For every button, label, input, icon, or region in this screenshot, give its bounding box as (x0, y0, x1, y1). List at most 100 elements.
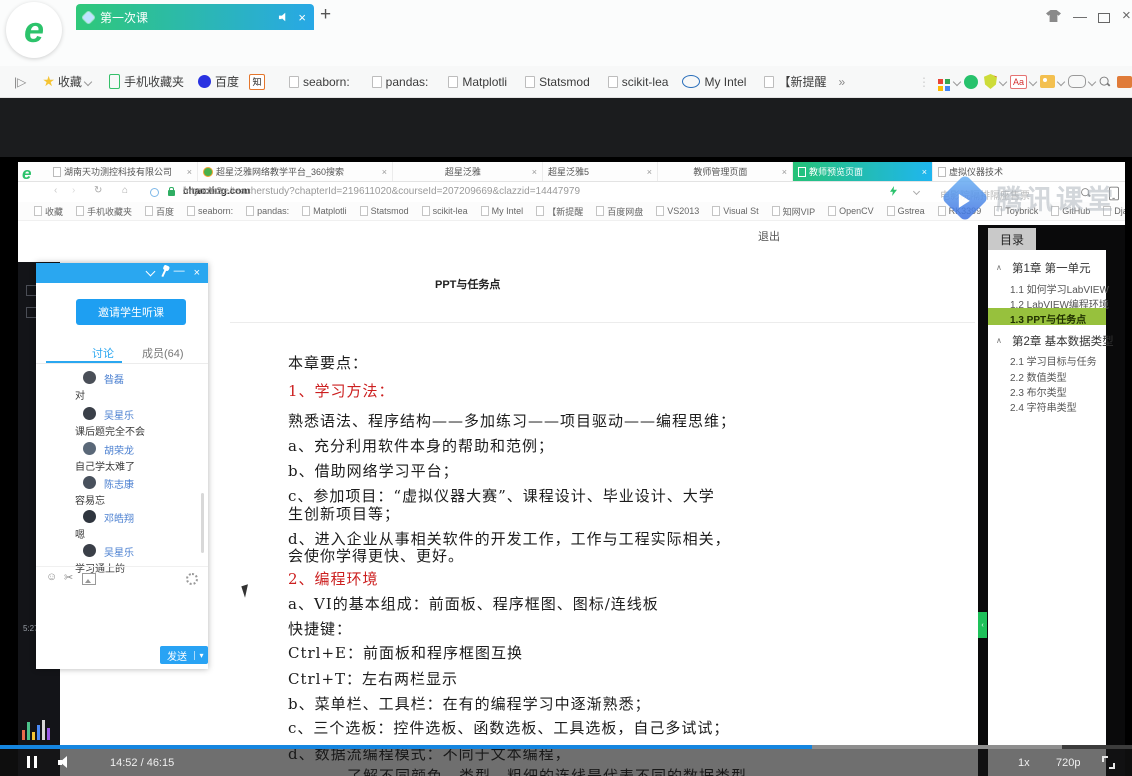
extension-capture-icon[interactable] (1040, 75, 1055, 88)
mouse-cursor (241, 584, 251, 598)
outline-item[interactable]: 2.4 字符串类型 (1010, 399, 1077, 414)
outline-item[interactable]: 2.3 布尔类型 (1010, 384, 1067, 399)
chat-close-icon[interactable]: × (194, 267, 200, 279)
image-icon[interactable] (82, 573, 96, 588)
watermark: 腾讯课堂 (948, 178, 1116, 217)
slide-line: a、充分利用软件本身的帮助和范例； (288, 435, 554, 456)
avatar (83, 371, 96, 384)
extension-translate-icon[interactable]: Aa (1010, 75, 1027, 89)
outline-item[interactable]: 1.1 如何学习LabVIEW (1010, 281, 1109, 296)
inner-bookmark-item: Matplotli (302, 206, 347, 216)
page-icon (289, 76, 299, 88)
time-display: 14:52 / 46:15 (110, 757, 174, 769)
outline-title-tab[interactable]: 目录 (988, 228, 1036, 250)
extension-grid-icon[interactable] (938, 79, 951, 84)
slide-line: 2、编程环境 (288, 568, 379, 589)
inner-bookmark-item: Statsmod (360, 206, 409, 216)
tab-audio-icon[interactable] (279, 12, 288, 22)
window-close-icon[interactable]: × (1122, 7, 1131, 24)
emoji-icon[interactable]: ☺ (46, 571, 57, 583)
bookmark-zhihu[interactable]: 知 (249, 74, 265, 90)
settings-gear-icon[interactable] (186, 573, 198, 588)
screenshot-root: e 第一次课 × + — × ‹ › ↻ ⌂ 腾讯网 证 https://ke.… (0, 0, 1132, 776)
bookmark-intel[interactable]: My Intel (682, 75, 746, 89)
outline-item-active[interactable]: 1.3 PPT与任务点 (988, 308, 1106, 325)
inner-tab: 超星泛雅5× (543, 162, 658, 181)
volume-icon[interactable] (58, 755, 71, 774)
pause-button[interactable] (27, 756, 30, 768)
send-dropdown-icon[interactable]: ▾ (194, 651, 208, 660)
watermark-text: 腾讯课堂 (996, 178, 1116, 217)
window-maximize-icon[interactable] (1098, 13, 1110, 23)
inner-bookmark-item: VS2013 (656, 206, 699, 216)
chat-scrollbar[interactable] (201, 493, 204, 553)
collapse-caret-icon[interactable]: ∧ (996, 263, 1002, 272)
avatar (83, 442, 96, 455)
message-sender: 吴星乐 (104, 544, 134, 559)
bookmark-item[interactable]: seaborn: (289, 75, 350, 89)
sidebar-collapse-handle[interactable]: ‹ (978, 612, 987, 638)
new-tab-button[interactable]: + (320, 4, 331, 26)
bookmarks-overflow[interactable]: » (838, 75, 845, 89)
extension-shield-icon[interactable] (984, 74, 997, 89)
slide-line: a、VI的基本组成：前面板、程序框图、图标/连线板 (288, 593, 659, 614)
send-button[interactable]: 发送 ▾ (160, 646, 208, 664)
inner-back-icon: ‹ (54, 185, 57, 196)
chat-minimize-icon[interactable]: — (174, 265, 185, 277)
address-bar: ‹ › ↻ ⌂ 腾讯网 证 https://ke.qq.com/webcours… (0, 30, 1132, 66)
bookmark-item[interactable]: Matplotli (448, 75, 507, 89)
inner-bookmark-item: 百度 (145, 205, 174, 218)
video-area[interactable]: e 湖南天功测控科技有限公司× 超星泛雅网络教学平台_360搜索× 超星泛雅× … (0, 157, 1132, 776)
chat-collapse-icon[interactable] (145, 267, 155, 277)
message-sender: 昝磊 (104, 371, 124, 386)
extension-search-icon[interactable] (1099, 76, 1111, 88)
slide-line: b、借助网络学习平台； (288, 460, 459, 481)
slide-line: 熟悉语法、程序结构——多加练习——项目驱动——编程思维； (288, 410, 736, 431)
inner-bookmark-item: OpenCV (828, 206, 874, 216)
chat-titlebar[interactable]: — × (36, 263, 208, 283)
outline-item[interactable]: 2.2 数值类型 (1010, 369, 1067, 384)
inner-bookmark-item: My Intel (481, 206, 524, 216)
theme-skin-icon[interactable] (1046, 10, 1061, 22)
screenshot-scissors-icon[interactable]: ✂ (64, 571, 73, 584)
course-header: 目录 第一次课 ✓ 已报名 分享 用手机看 客户端上课 ··· ∨ 李婷 (0, 98, 1132, 157)
outline-panel: ∧ 第1章 第一单元 1.1 如何学习LabVIEW 1.2 LabVIEW编程… (988, 250, 1106, 776)
bookmark-item[interactable]: scikit-lea (608, 75, 669, 89)
message-text: 课后题完全不会 (75, 423, 145, 438)
slide-line: 本章要点： (288, 352, 368, 373)
tab-members[interactable]: 成员(64) (142, 345, 184, 361)
extension-game-icon[interactable] (1068, 75, 1086, 88)
playback-speed-button[interactable]: 1x (1018, 757, 1030, 769)
inner-tab-active: 教师预览页面× (793, 162, 933, 181)
quality-button[interactable]: 720p (1056, 757, 1080, 769)
outline-sidebar: 目录 ∧ 第1章 第一单元 1.1 如何学习LabVIEW 1.2 LabVIE… (978, 225, 1125, 776)
avatar (83, 476, 96, 489)
chapter-heading[interactable]: 第1章 第一单元 (1012, 260, 1091, 276)
chapter-heading[interactable]: 第2章 基本数据类型 (1012, 333, 1114, 349)
browser-tab[interactable]: 第一次课 × (76, 4, 314, 30)
bookmark-item[interactable]: pandas: (372, 75, 429, 89)
bookmark-favorites[interactable]: ★收藏 (42, 73, 95, 90)
invite-students-button[interactable]: 邀请学生听课 (76, 299, 186, 325)
bookmark-baidu[interactable]: 百度 (198, 73, 239, 90)
fullscreen-icon[interactable] (1102, 756, 1115, 769)
tab-discussion[interactable]: 讨论 (92, 345, 114, 361)
slide-line: 会使你学得更快、更好。 (288, 545, 464, 566)
message-text: 自己学太难了 (75, 458, 135, 473)
bookmark-item[interactable]: Statsmod (525, 75, 590, 89)
outline-item[interactable]: 2.1 学习目标与任务 (1010, 353, 1097, 368)
extension-reader-icon[interactable] (964, 75, 978, 89)
collapse-caret-icon[interactable]: ∧ (996, 336, 1002, 345)
shared-screen: e 湖南天功测控科技有限公司× 超星泛雅网络教学平台_360搜索× 超星泛雅× … (18, 162, 1125, 776)
bookmark-notice[interactable]: 【新提醒 (764, 73, 826, 90)
chat-pin-icon[interactable] (161, 269, 166, 277)
slide-line: 1、学习方法： (288, 380, 395, 401)
tab-close-icon[interactable]: × (298, 10, 306, 25)
bookmark-mobile-favorites[interactable]: 手机收藏夹 (109, 73, 184, 90)
bookmark-sidebar-icon[interactable]: |▷ (14, 75, 26, 89)
slide-line: Ctrl+E：前面板和程序框图互换 (288, 642, 523, 663)
extension-briefcase-icon[interactable] (1111, 76, 1132, 88)
inner-bookmark-item: seaborn: (187, 206, 233, 216)
window-minimize-icon[interactable]: — (1073, 8, 1087, 24)
browser-logo[interactable]: e (6, 2, 62, 58)
